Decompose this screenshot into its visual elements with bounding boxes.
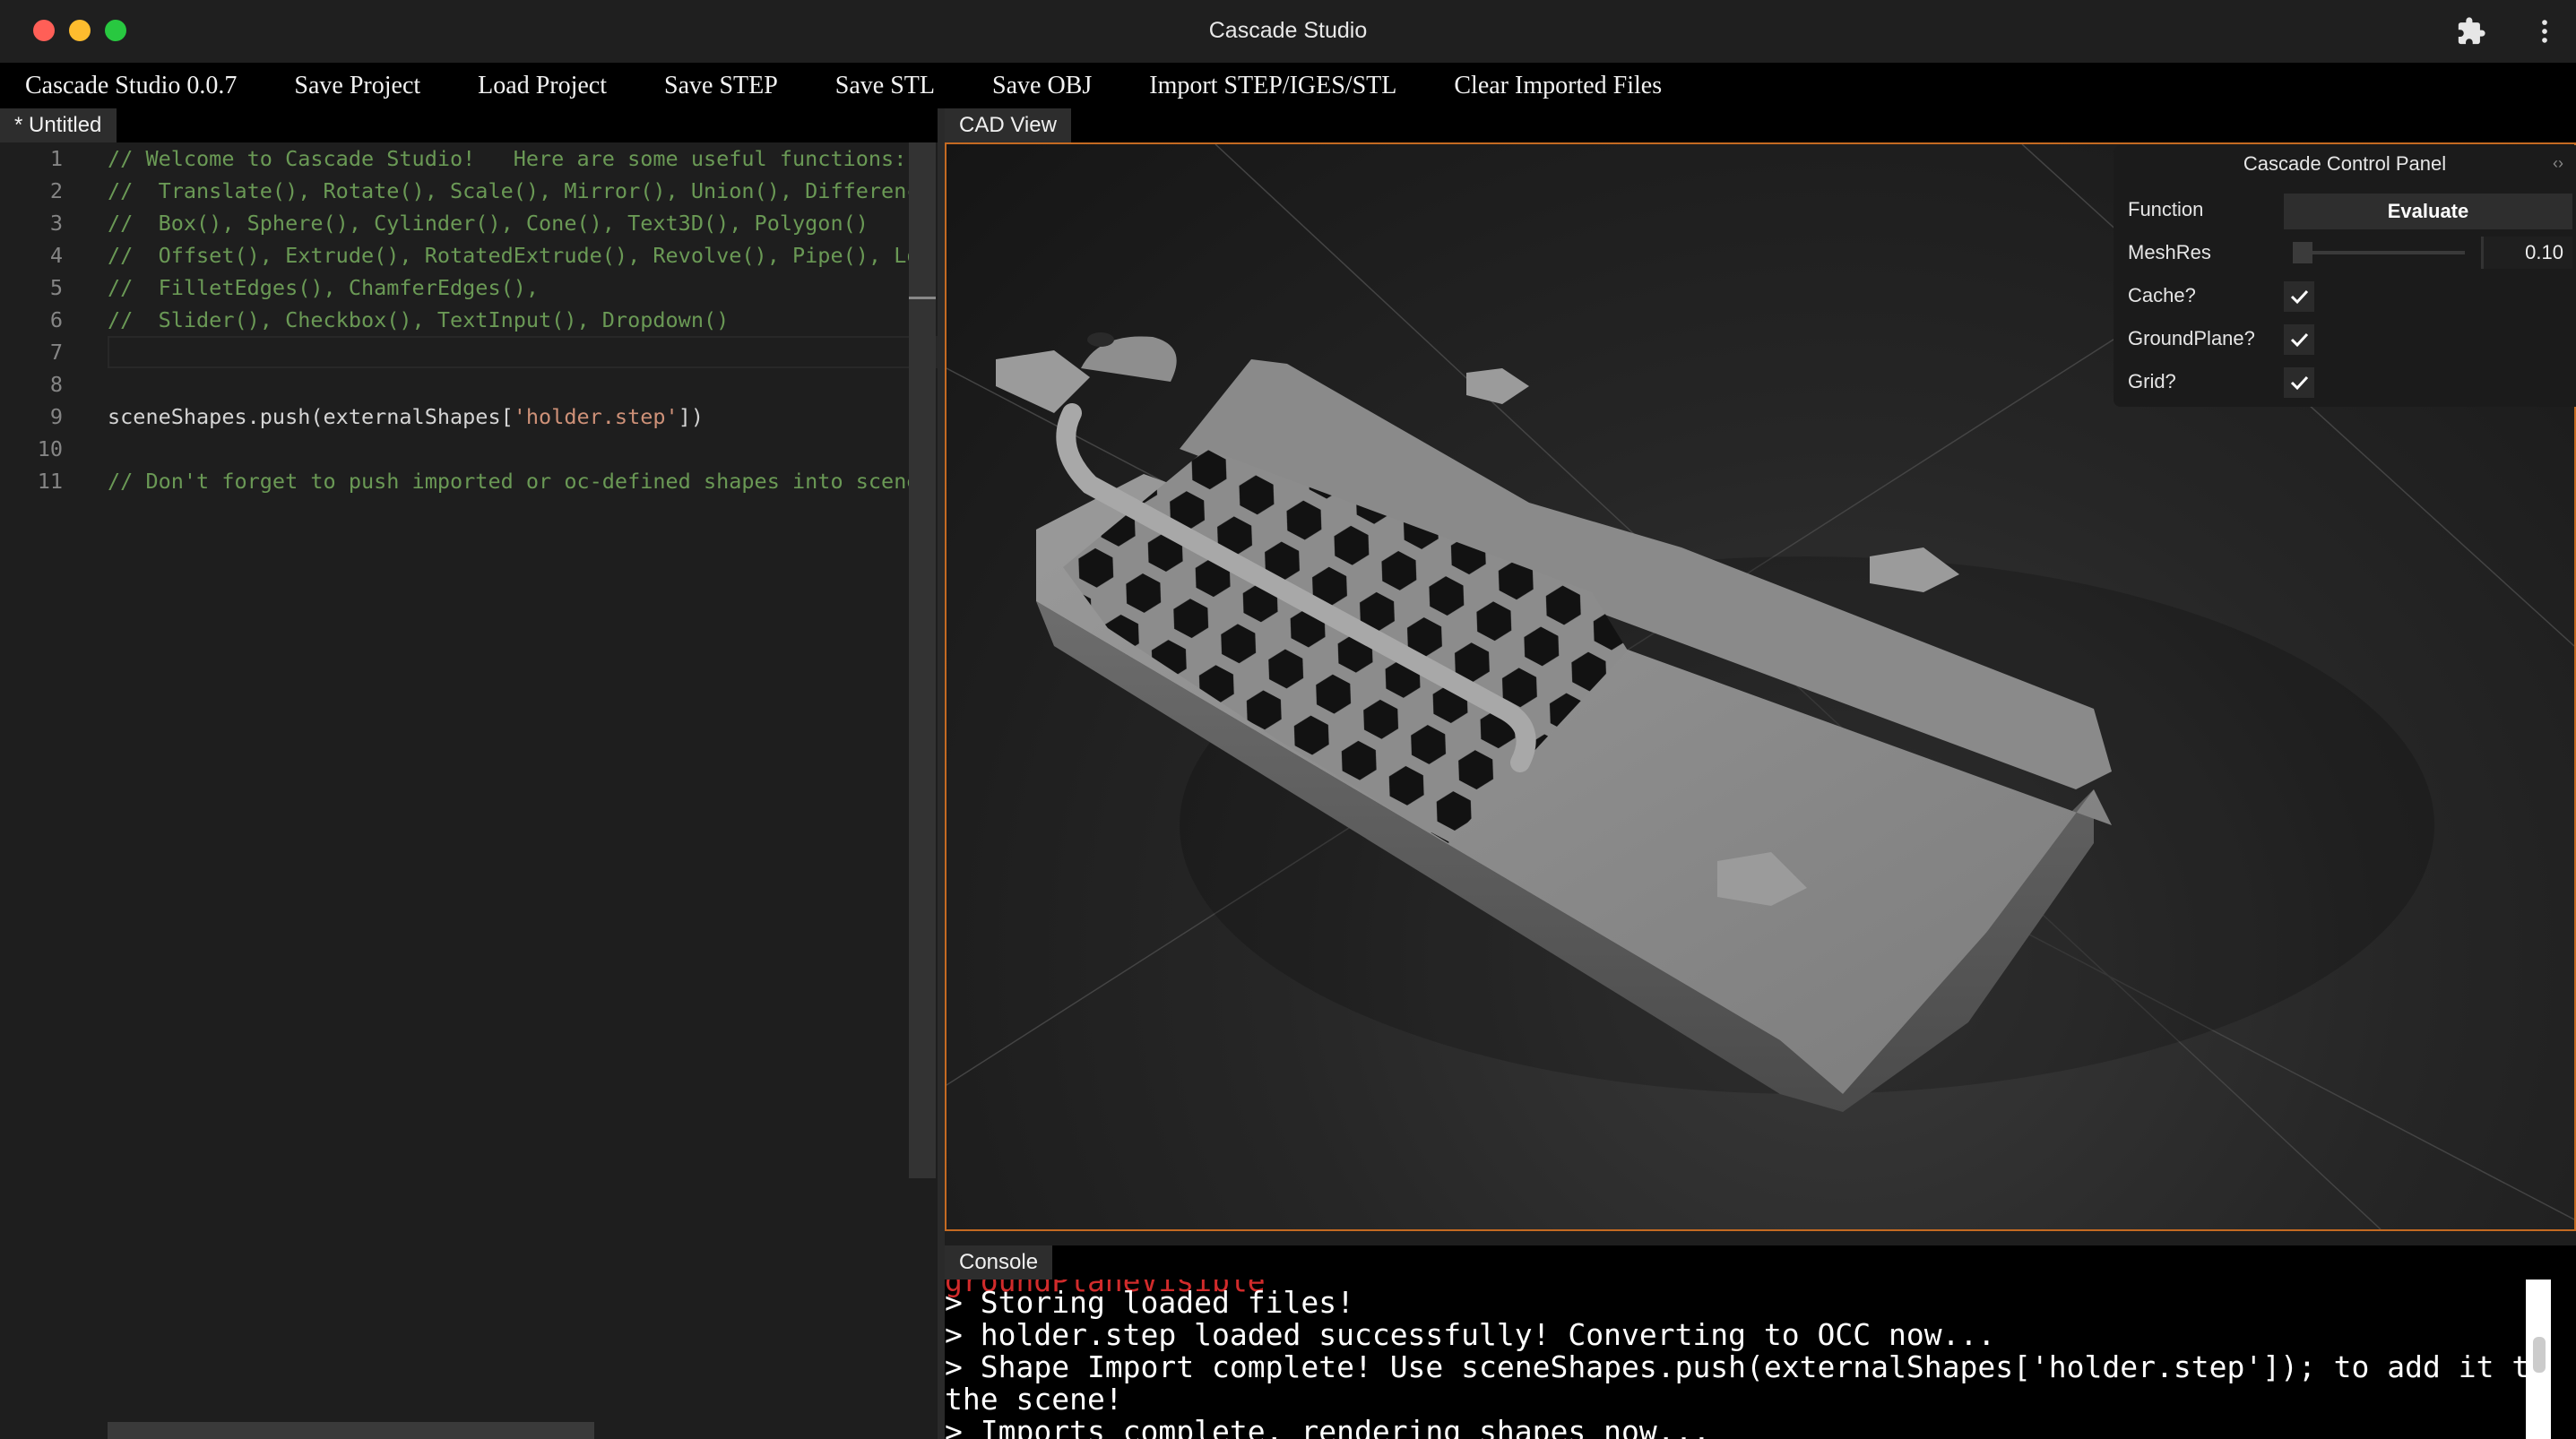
- grid-label: Grid?: [2128, 370, 2176, 392]
- menu-save-obj[interactable]: Save OBJ: [964, 72, 1120, 100]
- console-line: the scene!: [945, 1382, 1123, 1417]
- code-line[interactable]: 1// Welcome to Cascade Studio! Here are …: [0, 142, 938, 175]
- menu-save-stl[interactable]: Save STL: [807, 72, 964, 100]
- code-line[interactable]: 7: [0, 336, 938, 368]
- title-bar: Cascade Studio: [0, 0, 2576, 64]
- tab-cad-view[interactable]: CAD View: [945, 108, 1071, 142]
- editor-horizontal-scrollbar[interactable]: [108, 1422, 594, 1439]
- menu-load-project[interactable]: Load Project: [449, 72, 635, 100]
- grid-checkbox[interactable]: [2284, 367, 2314, 398]
- code-line[interactable]: 6// Slider(), Checkbox(), TextInput(), D…: [0, 304, 938, 336]
- code-line[interactable]: 10: [0, 433, 938, 465]
- meshres-value-input[interactable]: 0.10: [2481, 237, 2572, 269]
- mounting-hole: [1087, 332, 1114, 347]
- menu-bar: Cascade Studio 0.0.7 Save Project Load P…: [0, 64, 2576, 108]
- grid-row: Grid?: [2114, 360, 2576, 403]
- code-line[interactable]: 9 sceneShapes.push(externalShapes['holder…: [0, 401, 938, 433]
- function-label: Function: [2128, 198, 2204, 220]
- meshres-slider-thumb[interactable]: [2293, 242, 2312, 263]
- more-vertical-icon[interactable]: [2529, 16, 2560, 47]
- menu-app-version[interactable]: Cascade Studio 0.0.7: [0, 72, 265, 100]
- editor-tab-strip: * Untitled: [0, 108, 938, 142]
- console-line: > Imports complete, rendering shapes now…: [945, 1414, 1711, 1439]
- collapse-panel-icon[interactable]: ‹›: [2553, 154, 2563, 173]
- code-line[interactable]: 3// Box(), Sphere(), Cylinder(), Cone(),…: [0, 207, 938, 239]
- checkmark-icon: [2290, 332, 2309, 348]
- code-line[interactable]: 2// Translate(), Rotate(), Scale(), Mirr…: [0, 175, 938, 207]
- meshres-row: MeshRes 0.10: [2114, 231, 2576, 274]
- extensions-puzzle-icon[interactable]: [2456, 16, 2486, 47]
- console-line: > Shape Import complete! Use sceneShapes…: [945, 1349, 2548, 1384]
- meshres-slider-track[interactable]: [2293, 251, 2465, 254]
- corner-block-top: [1466, 368, 1529, 404]
- control-panel: Cascade Control Panel ‹› Function Evalua…: [2114, 145, 2576, 407]
- code-line[interactable]: 11// Don't forget to push imported or oc…: [0, 465, 938, 497]
- menu-import-files[interactable]: Import STEP/IGES/STL: [1120, 72, 1425, 100]
- code-editor[interactable]: 1// Welcome to Cascade Studio! Here are …: [0, 142, 938, 1439]
- groundplane-checkbox[interactable]: [2284, 324, 2314, 355]
- console-scrollbar-thumb[interactable]: [2533, 1337, 2546, 1373]
- tab-untitled[interactable]: * Untitled: [0, 108, 117, 142]
- editor-scroll-marker: [909, 297, 936, 299]
- cache-label: Cache?: [2128, 284, 2196, 306]
- cache-checkbox[interactable]: [2284, 281, 2314, 312]
- control-panel-title: Cascade Control Panel: [2243, 152, 2447, 175]
- code-line[interactable]: 5// FilletEdges(), ChamferEdges(),: [0, 271, 938, 304]
- evaluate-button[interactable]: Evaluate: [2284, 194, 2572, 229]
- code-line[interactable]: 8: [0, 368, 938, 401]
- cache-row: Cache?: [2114, 274, 2576, 317]
- checkmark-icon: [2290, 375, 2309, 391]
- console-line: > holder.step loaded successfully! Conve…: [945, 1317, 1996, 1352]
- corner-block-left: [996, 350, 1090, 413]
- function-row: Function Evaluate: [2114, 188, 2576, 231]
- cad-tab-strip: CAD View: [945, 108, 2576, 142]
- pane-divider[interactable]: [938, 108, 945, 1439]
- menu-save-step[interactable]: Save STEP: [635, 72, 807, 100]
- console-output[interactable]: groundPlaneVisible > Storing loaded file…: [945, 1280, 2576, 1439]
- console-tab-strip: Console: [945, 1245, 2576, 1280]
- checkmark-icon: [2290, 289, 2309, 305]
- code-line[interactable]: 4// Offset(), Extrude(), RotatedExtrude(…: [0, 239, 938, 271]
- menu-clear-imported[interactable]: Clear Imported Files: [1425, 72, 1690, 100]
- meshres-label: MeshRes: [2128, 241, 2211, 263]
- window-title: Cascade Studio: [1208, 18, 1368, 43]
- tab-console[interactable]: Console: [945, 1245, 1053, 1280]
- console-line: > Storing loaded files!: [945, 1285, 1354, 1320]
- menu-save-project[interactable]: Save Project: [265, 72, 449, 100]
- groundplane-label: GroundPlane?: [2128, 327, 2255, 349]
- groundplane-row: GroundPlane?: [2114, 317, 2576, 360]
